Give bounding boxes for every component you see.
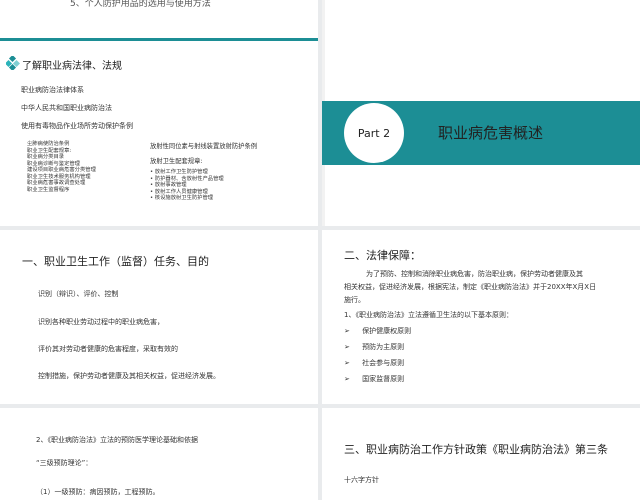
radiation-list: • 放射工作卫生防护管理 • 防护器材、含放射性产品管理 • 放射事故管理 • … <box>150 169 224 202</box>
slide-title: 一、职业卫生工作（监督）任务、目的 <box>22 255 209 268</box>
body-line: 控制措施，保护劳动者健康及其相关权益，促进经济发展。 <box>38 372 220 380</box>
body-line: 1、《职业病防治法》立法遵循卫生法的以下基本原则： <box>344 311 513 319</box>
slide-6[interactable]: 三、职业病防治工作方针政策《职业病防治法》第三条 十六字方针 <box>322 408 640 500</box>
list-item: 职业卫生监督程序 <box>27 186 70 193</box>
list-item: 建设项目职业病危害分类管理 <box>27 167 96 173</box>
principle-text: 社会参与原则 <box>362 359 405 367</box>
body-line: 评价其对劳动者健康的危害程度，采取有效的 <box>38 345 178 353</box>
law-line: 职业病防治法律体系 <box>21 86 84 94</box>
slide-title: 三、职业病防治工作方针政策《职业病防治法》第三条 <box>344 443 608 456</box>
list-item: • 核设施放射卫生防护管理 <box>150 195 214 201</box>
body-line: 相关权益，促进经济发展，根据宪法，制定《职业病防治法》并于20XX年X月X日 <box>344 283 597 291</box>
radiation-regulation-title: 放射性同位素与射线装置放射防护条例 <box>150 143 258 150</box>
body-line: 2、《职业病防治法》立法的预防医学理论基础和依据 <box>36 436 198 444</box>
radiation-sub-title: 放射卫生配套规章: <box>150 158 203 165</box>
accent-bar <box>0 38 318 41</box>
body-line: 十六字方针 <box>344 476 379 484</box>
body-line: 为了预防、控制和消除职业病危害，防治职业病，保护劳动者健康及其 <box>366 270 583 278</box>
slide-4[interactable]: 二、法律保障： 为了预防、控制和消除职业病危害，防治职业病，保护劳动者健康及其 … <box>322 230 640 404</box>
principle-item: ➢ 国家监督原则 <box>344 374 404 384</box>
body-line: （1）一级预防：病因预防，工程预防。 <box>36 488 160 496</box>
arrow-bullet-icon: ➢ <box>344 343 350 351</box>
slide-title: 二、法律保障： <box>344 249 421 262</box>
body-line: 识别各种职业劳动过程中的职业病危害， <box>38 318 164 326</box>
part-circle: Part 2 <box>344 103 404 163</box>
principle-item: ➢ 预防为主原则 <box>344 342 404 352</box>
section-title: 职业病危害概述 <box>438 124 544 142</box>
body-line: 施行。 <box>344 296 365 304</box>
part-label: Part 2 <box>357 126 391 140</box>
law-line: 使用有毒物品作业场所劳动保护条例 <box>21 122 133 130</box>
slide-5[interactable]: 2、《职业病防治法》立法的预防医学理论基础和依据 “三级预防理论”： （1）一级… <box>0 408 318 500</box>
principle-item: ➢ 保护健康权原则 <box>344 326 411 336</box>
arrow-bullet-icon: ➢ <box>344 375 350 383</box>
body-line: 识别（辩识）、评价、控制 <box>38 290 119 298</box>
slide-title: 了解职业病法律、法规 <box>22 61 122 72</box>
arrow-bullet-icon: ➢ <box>344 327 350 335</box>
principle-text: 国家监督原则 <box>362 375 405 383</box>
principle-text: 保护健康权原则 <box>362 327 412 335</box>
slide-2[interactable]: Part 2 职业病危害概述 <box>322 0 640 226</box>
regulation-list: 尘肺病使防治条例 职业卫生配套规章: 职业病分类目录 职业病诊断与鉴定管理 建设… <box>27 141 96 193</box>
law-line: 中华人民共和国职业病防治法 <box>21 104 112 112</box>
diamond-logo-icon <box>6 56 20 70</box>
body-line: “三级预防理论”： <box>36 459 93 467</box>
principle-text: 预防为主原则 <box>362 343 405 351</box>
slide-3[interactable]: 一、职业卫生工作（监督）任务、目的 识别（辩识）、评价、控制 识别各种职业劳动过… <box>0 230 318 404</box>
principle-item: ➢ 社会参与原则 <box>344 358 404 368</box>
arrow-bullet-icon: ➢ <box>344 359 350 367</box>
slide-header-text: 5、个人防护用品的选用与使用方法 <box>70 0 211 9</box>
slide-1[interactable]: 5、个人防护用品的选用与使用方法 了解职业病法律、法规 职业病防治法律体系 中华… <box>0 0 318 226</box>
